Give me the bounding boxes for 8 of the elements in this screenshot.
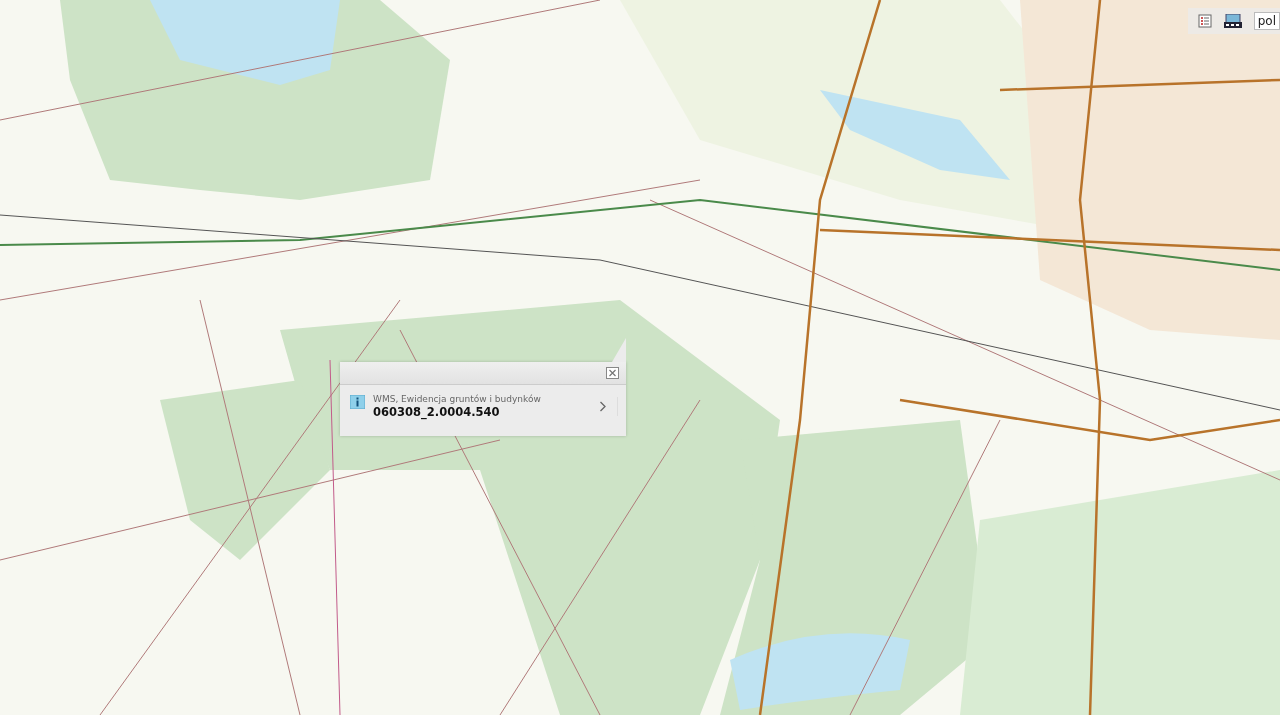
- chevron-right-icon[interactable]: [599, 397, 618, 416]
- layer-name: WMS, Ewidencja gruntów i budynków: [373, 394, 542, 404]
- legend-icon[interactable]: [1197, 14, 1212, 28]
- close-icon[interactable]: [606, 367, 619, 379]
- info-icon: [350, 395, 365, 409]
- parcel-id: 060308_2.0004.540: [373, 405, 501, 419]
- wms-layer-icon[interactable]: [1223, 14, 1242, 28]
- language-button[interactable]: pol: [1253, 12, 1280, 30]
